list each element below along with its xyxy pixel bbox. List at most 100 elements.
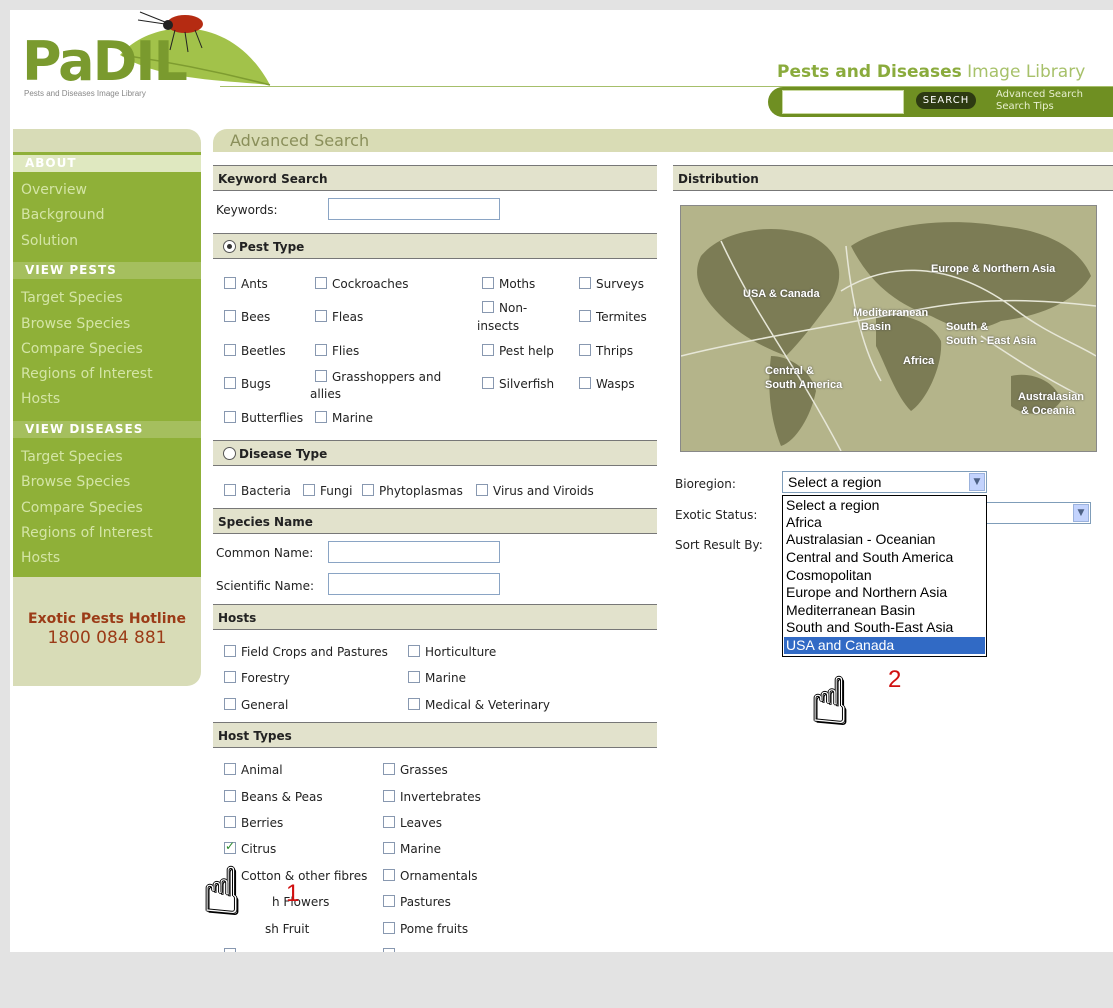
checkbox-butterflies[interactable] [224, 411, 236, 423]
search-tips-link[interactable]: Search Tips [996, 101, 1083, 113]
chevron-down-icon[interactable]: ▼ [1073, 504, 1089, 522]
chevron-down-icon[interactable]: ▼ [969, 473, 985, 491]
option-south-southeast-asia[interactable]: South and South-East Asia [784, 619, 985, 636]
label-surveys: Surveys [596, 277, 644, 291]
checkbox-fresh-roots[interactable] [224, 948, 236, 952]
world-map[interactable]: USA & Canada Europe & Northern Asia Medi… [680, 205, 1097, 452]
label-berries: Berries [241, 816, 284, 830]
label-marine-hosttype: Marine [400, 842, 441, 856]
checkbox-marine-pest[interactable] [315, 411, 327, 423]
checkbox-horticulture[interactable] [408, 645, 420, 657]
checkbox-beans-peas[interactable] [224, 790, 236, 802]
sort-result-label: Sort Result By: [675, 538, 763, 552]
checkbox-wasps[interactable] [579, 377, 591, 389]
sidebar-diseases-regions-of-interest[interactable]: Regions of Interest [21, 525, 153, 541]
option-europe-northern-asia[interactable]: Europe and Northern Asia [784, 584, 985, 601]
label-horticulture: Horticulture [425, 645, 497, 659]
label-medical-veterinary: Medical & Veterinary [425, 698, 550, 712]
checkbox-moths[interactable] [482, 277, 494, 289]
checkbox-bacteria[interactable] [224, 484, 236, 496]
label-wasps: Wasps [596, 377, 635, 391]
checkbox-stone-fruits[interactable] [383, 948, 395, 952]
checkbox-beetles[interactable] [224, 344, 236, 356]
checkbox-pastures[interactable] [383, 895, 395, 907]
checkbox-grasshoppers[interactable] [315, 370, 327, 382]
option-cosmopolitan[interactable]: Cosmopolitan [784, 567, 985, 584]
checkbox-ornamentals[interactable] [383, 869, 395, 881]
header-links: Advanced Search Search Tips [996, 89, 1083, 113]
sidebar-pests-hosts[interactable]: Hosts [21, 391, 60, 407]
sidebar-diseases-browse-species[interactable]: Browse Species [21, 474, 130, 490]
option-central-south-america[interactable]: Central and South America [784, 549, 985, 566]
label-bees: Bees [241, 310, 271, 324]
option-australasian-oceanian[interactable]: Australasian - Oceanian [784, 531, 985, 548]
advanced-search-link[interactable]: Advanced Search [996, 89, 1083, 101]
checkbox-grasses[interactable] [383, 763, 395, 775]
section-hosts: Hosts [213, 604, 657, 630]
map-label-south-america: South America [765, 379, 843, 391]
checkbox-animal[interactable] [224, 763, 236, 775]
checkbox-berries[interactable] [224, 816, 236, 828]
bioregion-selected-value: Select a region [788, 474, 882, 490]
checkbox-forestry[interactable] [224, 671, 236, 683]
exotic-status-select[interactable]: ▼ [985, 502, 1091, 524]
option-africa[interactable]: Africa [784, 514, 985, 531]
sidebar-pests-regions-of-interest[interactable]: Regions of Interest [21, 366, 153, 382]
sidebar-pests-browse-species[interactable]: Browse Species [21, 316, 130, 332]
section-distribution: Distribution [673, 165, 1113, 191]
sidebar-diseases-target-species[interactable]: Target Species [21, 449, 123, 465]
hotline-number: 1800 084 881 [47, 628, 167, 648]
pest-type-radio[interactable] [223, 240, 236, 253]
disease-type-radio[interactable] [223, 447, 236, 460]
checkbox-field-crops[interactable] [224, 645, 236, 657]
checkbox-bugs[interactable] [224, 377, 236, 389]
option-select-region[interactable]: Select a region [784, 497, 985, 514]
scientific-name-input[interactable] [328, 573, 500, 595]
sidebar-pests-compare-species[interactable]: Compare Species [21, 341, 143, 357]
checkbox-general[interactable] [224, 698, 236, 710]
keywords-label: Keywords: [216, 203, 278, 217]
checkbox-phytoplasmas[interactable] [362, 484, 374, 496]
tagline-light: Image Library [967, 62, 1086, 82]
step-marker-1: 1 [286, 880, 300, 907]
checkbox-thrips[interactable] [579, 344, 591, 356]
common-name-input[interactable] [328, 541, 500, 563]
checkbox-silverfish[interactable] [482, 377, 494, 389]
checkbox-citrus[interactable] [224, 839, 236, 854]
bioregion-select[interactable]: Select a region ▼ [782, 471, 987, 493]
label-silverfish: Silverfish [499, 377, 555, 391]
label-cockroaches: Cockroaches [332, 277, 409, 291]
checkbox-fungi[interactable] [303, 484, 315, 496]
sidebar-diseases-compare-species[interactable]: Compare Species [21, 500, 143, 516]
option-mediterranean-basin[interactable]: Mediterranean Basin [784, 602, 985, 619]
header-search-button[interactable]: SEARCH [916, 92, 976, 109]
checkbox-medical-veterinary[interactable] [408, 698, 420, 710]
checkbox-marine-host[interactable] [408, 671, 420, 683]
checkbox-leaves[interactable] [383, 816, 395, 828]
checkbox-marine-hosttype[interactable] [383, 842, 395, 854]
checkbox-ants[interactable] [224, 277, 236, 289]
label-beans-peas: Beans & Peas [241, 790, 323, 804]
checkbox-termites[interactable] [579, 310, 591, 322]
bioregion-dropdown-list: Select a region Africa Australasian - Oc… [782, 495, 987, 657]
checkbox-invertebrates[interactable] [383, 790, 395, 802]
checkbox-flies[interactable] [315, 344, 327, 356]
checkbox-surveys[interactable] [579, 277, 591, 289]
sidebar-item-solution[interactable]: Solution [21, 233, 78, 249]
padil-logo[interactable]: PaDIL [22, 32, 188, 92]
sidebar-diseases-hosts[interactable]: Hosts [21, 550, 60, 566]
label-ants: Ants [241, 277, 268, 291]
keywords-input[interactable] [328, 198, 500, 220]
header-search-input[interactable] [782, 90, 904, 114]
checkbox-non-insects[interactable] [482, 301, 494, 313]
checkbox-bees[interactable] [224, 310, 236, 322]
sidebar-item-background[interactable]: Background [21, 207, 105, 223]
checkbox-fleas[interactable] [315, 310, 327, 322]
sidebar-item-overview[interactable]: Overview [21, 182, 87, 198]
checkbox-cockroaches[interactable] [315, 277, 327, 289]
checkbox-pest-help[interactable] [482, 344, 494, 356]
sidebar-pests-target-species[interactable]: Target Species [21, 290, 123, 306]
checkbox-pome-fruits[interactable] [383, 922, 395, 934]
checkbox-virus-viroids[interactable] [476, 484, 488, 496]
option-usa-canada[interactable]: USA and Canada [784, 637, 985, 654]
